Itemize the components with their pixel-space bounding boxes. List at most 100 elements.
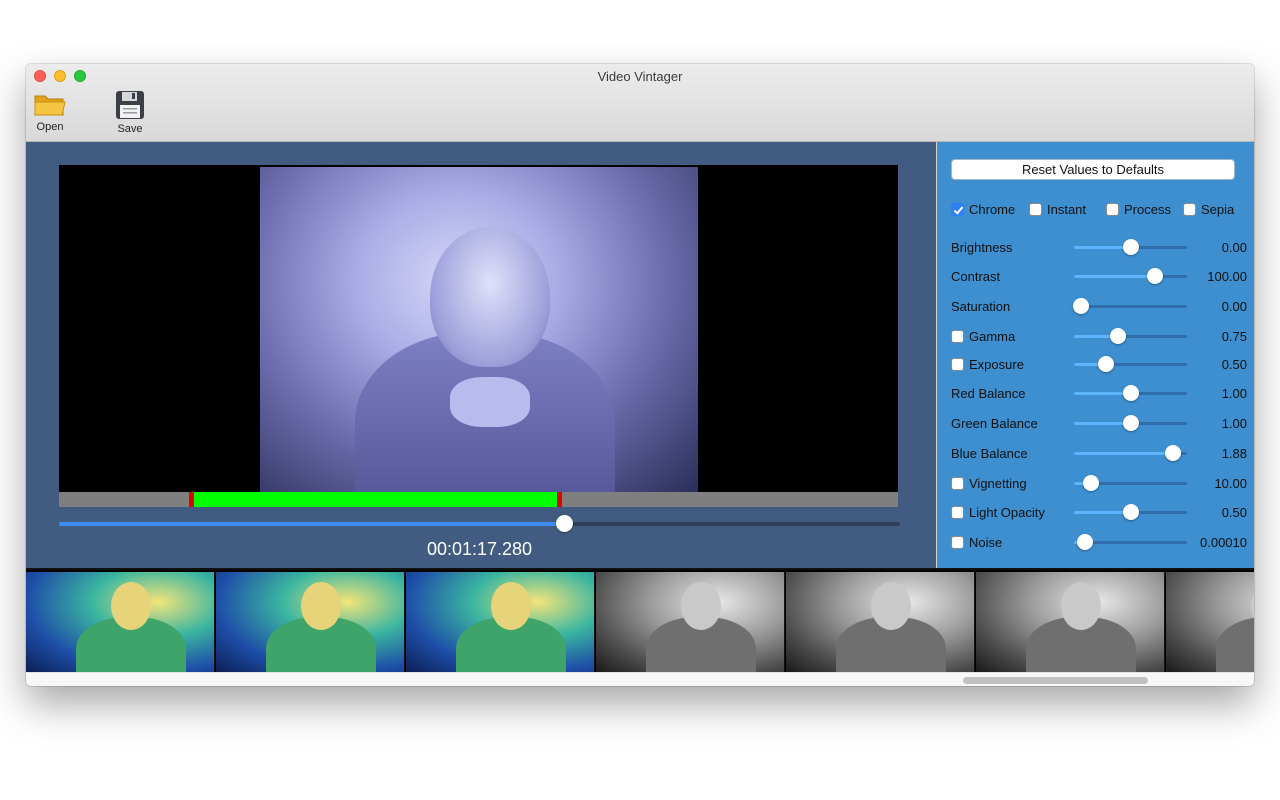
- contrast-value: 100.00: [1207, 269, 1247, 284]
- thumbnail-subject-head: [491, 582, 531, 630]
- saturation-slider-thumb[interactable]: [1072, 298, 1089, 314]
- light-opacity-label: Light Opacity: [969, 505, 1045, 520]
- param-name: Green Balance: [951, 416, 1038, 431]
- red-balance-label: Red Balance: [951, 386, 1026, 401]
- param-contrast: Contrast 100.00: [951, 266, 1251, 288]
- red-balance-slider[interactable]: [1074, 385, 1187, 401]
- blue-balance-slider[interactable]: [1074, 445, 1187, 461]
- noise-slider-thumb[interactable]: [1077, 534, 1094, 550]
- saturation-label: Saturation: [951, 299, 1011, 314]
- light-opacity-slider-thumb[interactable]: [1122, 504, 1139, 520]
- green-balance-slider-thumb[interactable]: [1122, 415, 1139, 431]
- light-opacity-checkbox[interactable]: [951, 506, 964, 519]
- brightness-value: 0.00: [1221, 240, 1247, 255]
- contrast-label: Contrast: [951, 269, 1001, 284]
- seek-slider[interactable]: [59, 515, 900, 532]
- filmstrip-thumbnail[interactable]: [1166, 572, 1254, 672]
- open-label: Open: [36, 121, 64, 133]
- noise-checkbox[interactable]: [951, 536, 964, 549]
- floppy-disk-icon: [116, 91, 144, 119]
- green-balance-slider[interactable]: [1074, 415, 1187, 431]
- preset-process-checkbox[interactable]: Process: [1106, 202, 1171, 217]
- window-title: Video Vintager: [597, 69, 683, 84]
- trim-end-handle[interactable]: [557, 492, 563, 507]
- reset-defaults-button[interactable]: Reset Values to Defaults: [951, 159, 1235, 180]
- saturation-slider[interactable]: [1072, 298, 1187, 314]
- param-name[interactable]: Light Opacity: [951, 505, 1045, 520]
- param-name[interactable]: Exposure: [951, 357, 1024, 372]
- thumbnail-subject-head: [1061, 582, 1101, 630]
- checkbox-box[interactable]: [1106, 203, 1119, 216]
- green-balance-label: Green Balance: [951, 416, 1038, 431]
- red-balance-slider-thumb[interactable]: [1122, 385, 1139, 401]
- vignetting-slider[interactable]: [1074, 475, 1187, 491]
- param-red-balance: Red Balance 1.00: [951, 383, 1251, 405]
- filmstrip-thumbnail[interactable]: [216, 572, 405, 672]
- param-name[interactable]: Noise: [951, 535, 1002, 550]
- param-name[interactable]: Gamma: [951, 329, 1015, 344]
- video-preview[interactable]: [59, 165, 898, 492]
- save-button[interactable]: Save: [105, 90, 155, 135]
- checkbox-box[interactable]: [1029, 203, 1042, 216]
- param-name[interactable]: Vignetting: [951, 476, 1027, 491]
- param-green-balance: Green Balance 1.00: [951, 413, 1251, 435]
- checkbox-box[interactable]: [1183, 203, 1196, 216]
- trim-start-handle[interactable]: [189, 492, 195, 507]
- param-exposure: Exposure 0.50: [951, 354, 1251, 376]
- contrast-slider[interactable]: [1074, 268, 1187, 284]
- preset-checkboxes: Chrome Instant Process Sepia: [951, 202, 1251, 222]
- filmstrip-thumbnail[interactable]: [26, 572, 215, 672]
- noise-slider[interactable]: [1074, 534, 1187, 550]
- exposure-slider[interactable]: [1074, 356, 1187, 372]
- param-brightness: Brightness 0.00: [951, 237, 1251, 259]
- content-area: 00:01:17.280 Reset Values to Defaults Ch…: [26, 142, 1254, 568]
- preset-instant-checkbox[interactable]: Instant: [1029, 202, 1086, 217]
- video-frame-image: [260, 167, 698, 492]
- save-label: Save: [117, 123, 143, 135]
- param-saturation: Saturation 0.00: [951, 296, 1251, 318]
- filmstrip-thumbnail[interactable]: [786, 572, 975, 672]
- seek-slider-thumb[interactable]: [555, 515, 573, 532]
- light-opacity-value: 0.50: [1221, 505, 1247, 520]
- open-button[interactable]: Open: [26, 90, 75, 133]
- checkbox-box[interactable]: [951, 203, 964, 216]
- param-blue-balance: Blue Balance 1.88: [951, 443, 1251, 465]
- brightness-slider-thumb[interactable]: [1122, 239, 1139, 255]
- gamma-checkbox[interactable]: [951, 330, 964, 343]
- preset-chrome-checkbox[interactable]: Chrome: [951, 202, 1015, 217]
- exposure-checkbox[interactable]: [951, 358, 964, 371]
- filmstrip[interactable]: [26, 568, 1254, 672]
- brightness-slider[interactable]: [1074, 239, 1187, 255]
- param-name: Blue Balance: [951, 446, 1028, 461]
- trim-range-track[interactable]: [59, 492, 898, 507]
- filmstrip-thumbnail[interactable]: [976, 572, 1165, 672]
- filmstrip-scrollbar-thumb[interactable]: [963, 677, 1148, 684]
- gamma-slider[interactable]: [1074, 328, 1187, 344]
- vignetting-value: 10.00: [1214, 476, 1247, 491]
- filmstrip-thumbnail[interactable]: [406, 572, 595, 672]
- blue-balance-slider-thumb[interactable]: [1165, 445, 1182, 461]
- vignetting-checkbox[interactable]: [951, 477, 964, 490]
- thumbnail-subject-head: [111, 582, 151, 630]
- titlebar: Video Vintager Open Save: [26, 64, 1254, 142]
- preview-pane: 00:01:17.280: [26, 142, 936, 568]
- vignetting-slider-thumb[interactable]: [1082, 475, 1099, 491]
- thumbnail-subject-head: [681, 582, 721, 630]
- filmstrip-scrollbar[interactable]: [26, 672, 1254, 686]
- exposure-label: Exposure: [969, 357, 1024, 372]
- exposure-slider-thumb[interactable]: [1097, 356, 1114, 372]
- preset-label: Chrome: [969, 202, 1016, 217]
- contrast-slider-thumb[interactable]: [1147, 268, 1164, 284]
- filmstrip-thumbnail[interactable]: [596, 572, 785, 672]
- gamma-label: Gamma: [969, 329, 1016, 344]
- contrast-slider-fill: [1074, 275, 1156, 278]
- folder-icon: [34, 95, 66, 116]
- noise-value: 0.00010: [1200, 535, 1247, 550]
- saturation-value: 0.00: [1221, 299, 1247, 314]
- gamma-slider-thumb[interactable]: [1110, 328, 1127, 344]
- light-opacity-slider[interactable]: [1074, 504, 1187, 520]
- preset-sepia-checkbox[interactable]: Sepia: [1183, 202, 1234, 217]
- adjustments-panel: Reset Values to Defaults Chrome Instant Pr…: [936, 142, 1254, 568]
- timecode-display: 00:01:17.280: [426, 539, 533, 559]
- param-name: Red Balance: [951, 386, 1025, 401]
